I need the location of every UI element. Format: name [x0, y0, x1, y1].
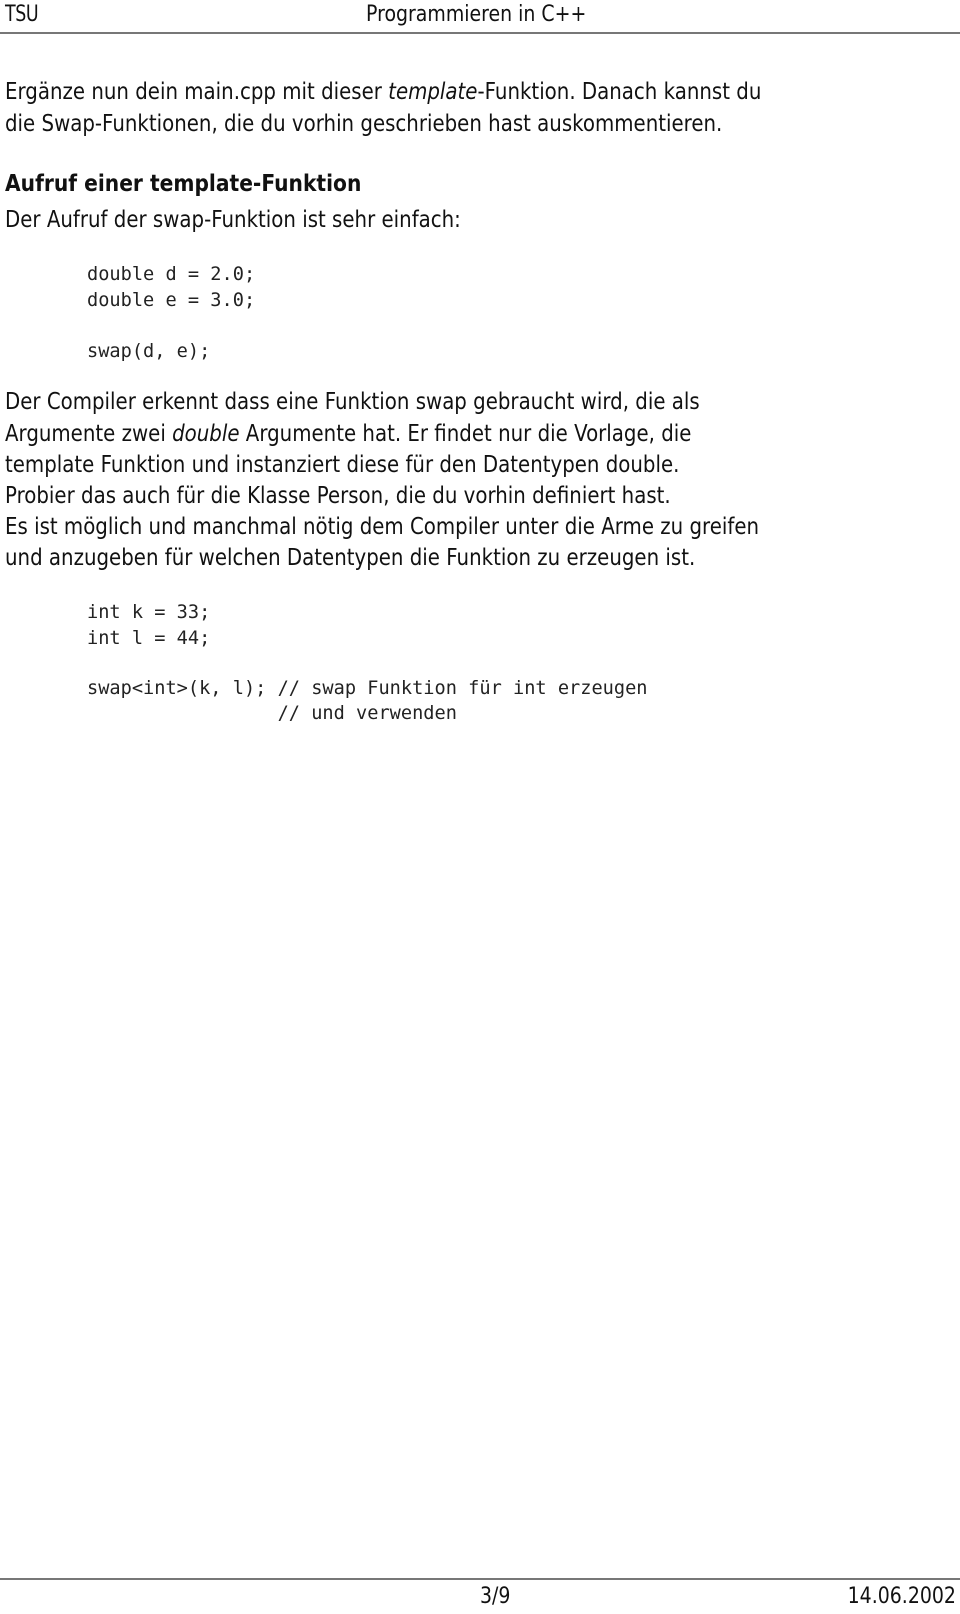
page-header: TSU Programmieren in C++	[0, 0, 960, 34]
code-line: double d = 2.0;	[87, 263, 256, 285]
section-heading: Aufruf einer template-Funktion	[5, 171, 362, 197]
explanation-italic-term: double	[172, 421, 240, 447]
explanation-line: Der Compiler erkennt dass eine Funktion …	[5, 389, 700, 415]
code-line: int l = 44;	[87, 627, 211, 649]
explanation-line: Argumente zwei double Argumente hat. Er …	[5, 418, 691, 450]
explanation-text: Argumente zwei	[5, 421, 173, 447]
code-line: int k = 33;	[87, 601, 211, 623]
explanation-line: und anzugeben für welchen Datentypen die…	[5, 545, 696, 571]
code-line: // und verwenden	[87, 702, 457, 724]
code-line: swap<int>(k, l); // swap Funktion für in…	[87, 677, 648, 699]
header-title: Programmieren in C++	[366, 2, 587, 27]
intro-line-1: Ergänze nun dein main.cpp mit dieser tem…	[5, 76, 761, 108]
page-footer: 3/9 14.06.2002	[0, 1578, 960, 1614]
code-line: swap(d, e);	[87, 340, 211, 362]
footer-date: 14.06.2002	[847, 1584, 956, 1609]
header-org: TSU	[5, 2, 39, 27]
intro-text: Ergänze nun dein main.cpp mit dieser	[5, 79, 389, 105]
intro-italic-term: template	[388, 79, 478, 105]
page-number: 3/9	[480, 1584, 511, 1609]
explanation-line: template Funktion und instanziert diese …	[5, 452, 680, 478]
intro-text: -Funktion. Danach kannst du	[477, 79, 762, 105]
code-line: double e = 3.0;	[87, 289, 256, 311]
explanation-line: Probier das auch für die Klasse Person, …	[5, 483, 671, 509]
explanation-text: Argumente hat. Er findet nur die Vorlage…	[239, 421, 692, 447]
section-lead: Der Aufruf der swap-Funktion ist sehr ei…	[5, 207, 461, 233]
explanation-line: Es ist möglich und manchmal nötig dem Co…	[5, 514, 760, 540]
intro-line-2: die Swap-Funktionen, die du vorhin gesch…	[5, 111, 723, 137]
